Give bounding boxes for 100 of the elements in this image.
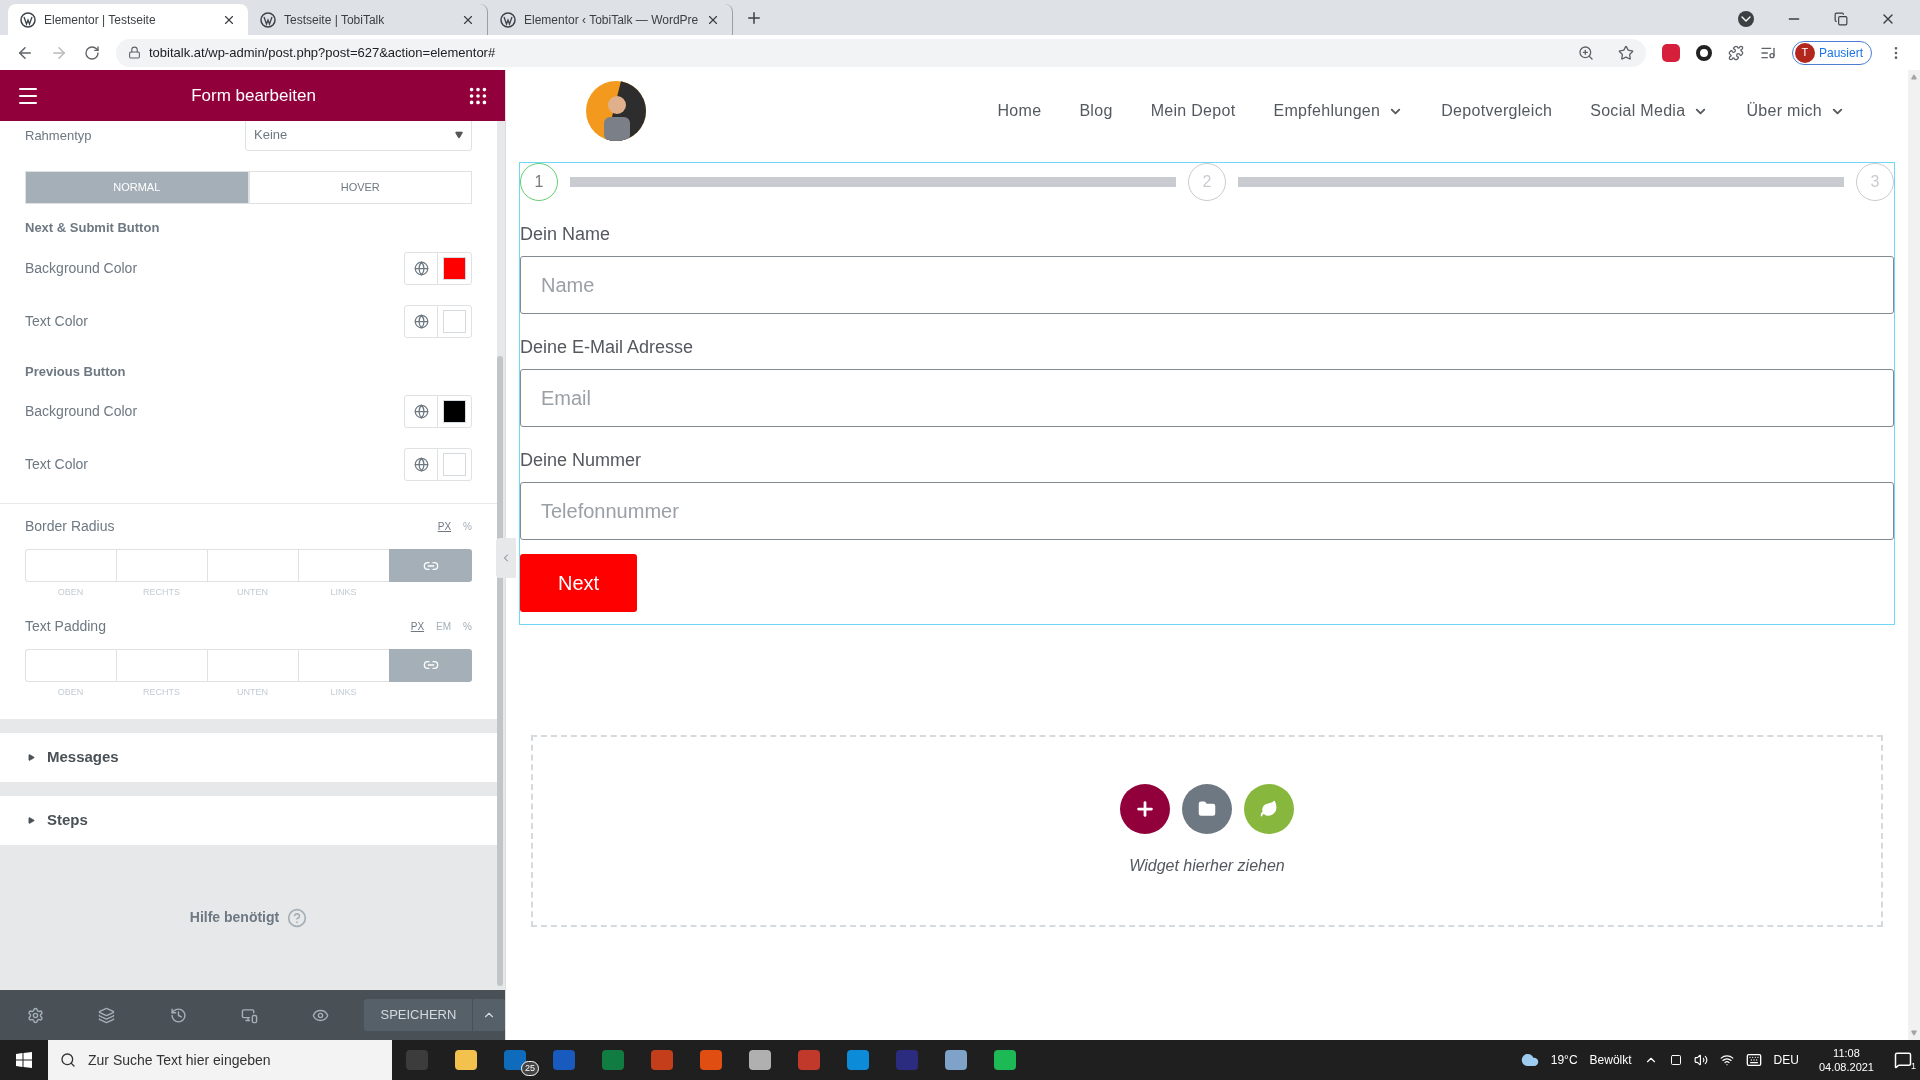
weather-condition: Bewölkt [1589, 1052, 1632, 1069]
group-heading: Previous Button [25, 362, 127, 381]
dimension-input[interactable] [116, 648, 207, 682]
next-button[interactable]: Next [520, 554, 637, 612]
dropdown-arrow-icon [455, 131, 463, 139]
tab-search-icon[interactable] [1738, 11, 1754, 27]
side-label: LINKS [329, 586, 358, 599]
search-icon [60, 1052, 76, 1068]
bookmark-icon[interactable] [1617, 44, 1634, 61]
tab-title: Elementor ‹ TobiTalk — WordPre [524, 11, 699, 29]
field-label: Dein Name [520, 223, 612, 246]
dimension-input[interactable] [298, 549, 389, 582]
reload-icon[interactable] [84, 44, 100, 61]
tab-title: Elementor | Testseite [44, 11, 157, 29]
caret-icon [28, 754, 35, 761]
wordpress-icon [260, 11, 276, 28]
nav-link[interactable]: Home [997, 99, 1042, 123]
avatar-initial: T [1794, 42, 1815, 63]
state-tab[interactable]: HOVER [248, 171, 472, 204]
field-label: Deine Nummer [520, 449, 643, 472]
form-input[interactable]: Name [520, 256, 1894, 314]
field-label: Text Color [25, 455, 89, 474]
section-header[interactable]: Messages [0, 733, 497, 782]
temperature: 19°C [1550, 1052, 1578, 1069]
border-type-select[interactable]: Keine [245, 121, 472, 151]
notification-icon[interactable] [1894, 1051, 1912, 1069]
nav-link[interactable]: Über mich [1746, 99, 1845, 123]
clock-time: 11:08 [1833, 1046, 1860, 1060]
scrollbar-thumb[interactable] [497, 356, 503, 986]
side-label: LINKS [329, 685, 358, 699]
template-button[interactable] [1182, 784, 1232, 834]
unit-option[interactable]: PX [410, 618, 425, 634]
profile-label: Pausiert [1818, 44, 1863, 62]
dimension-input[interactable] [207, 549, 298, 582]
extensions-icon[interactable] [1727, 44, 1744, 61]
dimension-input[interactable] [116, 549, 207, 582]
color-swatch[interactable] [443, 256, 466, 280]
field-label: Text Color [25, 311, 89, 331]
form-input[interactable]: Email [520, 369, 1894, 427]
unit-option[interactable]: PX [437, 519, 452, 534]
side-label: UNTEN [236, 586, 269, 599]
zoom-icon[interactable] [1577, 44, 1594, 61]
side-label: UNTEN [236, 685, 269, 699]
leaf-icon [1260, 800, 1278, 818]
panel-title: Form bearbeiten [190, 84, 317, 107]
color-swatch[interactable] [443, 309, 466, 333]
keyboard-icon[interactable] [1745, 1052, 1762, 1068]
nav-link[interactable]: Social Media [1590, 99, 1709, 123]
field-label: Deine E-Mail Adresse [520, 336, 695, 359]
caret-icon [28, 817, 35, 824]
side-label: RECHTS [142, 586, 181, 599]
nav-link[interactable]: Depotvergleich [1441, 99, 1553, 123]
global-color-icon[interactable] [413, 313, 429, 329]
field-label: Background Color [25, 402, 138, 421]
search-field[interactable]: Zur Suche Text hier eingeben [48, 1040, 392, 1080]
global-color-icon[interactable] [413, 260, 429, 276]
add-section-button[interactable] [1120, 784, 1170, 834]
group-heading: Next & Submit Button [25, 219, 161, 237]
dimension-input[interactable] [298, 648, 389, 682]
field-label: Text Padding [25, 616, 107, 636]
dimension-input[interactable] [207, 648, 298, 682]
wifi-icon[interactable] [1719, 1053, 1734, 1067]
start-icon[interactable] [16, 1052, 32, 1068]
scroll-up-icon[interactable] [1911, 74, 1917, 80]
weather-icon[interactable] [1520, 1051, 1539, 1069]
browser-tab[interactable]: Elementor | Testseite [8, 4, 248, 35]
plus-icon [1134, 798, 1156, 820]
field-label: Border Radius [25, 517, 116, 536]
save-options-button[interactable] [473, 999, 506, 1031]
wordpress-icon [20, 11, 36, 28]
color-swatch[interactable] [443, 400, 466, 423]
global-color-icon[interactable] [413, 404, 429, 419]
history-icon[interactable] [169, 1006, 187, 1024]
volume-icon[interactable] [1693, 1053, 1708, 1067]
scroll-down-icon[interactable] [1911, 1030, 1917, 1036]
notification-count: 1 [1911, 1059, 1916, 1073]
kit-button[interactable] [1244, 784, 1294, 834]
dimension-input[interactable] [25, 648, 116, 682]
color-swatch[interactable] [443, 453, 466, 476]
side-label: RECHTS [142, 685, 181, 699]
help-link[interactable]: Hilfe benötigt [189, 907, 280, 928]
layers-icon[interactable] [98, 1006, 116, 1024]
field-label: Rahmentyp [25, 127, 93, 146]
settings-icon[interactable] [27, 1006, 45, 1024]
language-indicator[interactable]: DEU [1773, 1051, 1799, 1069]
tab-title: Testseite | TobiTalk [284, 11, 386, 29]
save-button[interactable]: SPEICHERN [364, 999, 473, 1031]
restore-icon[interactable] [1834, 12, 1848, 26]
section-header[interactable]: Steps [0, 796, 497, 845]
form-input[interactable]: Telefonnummer [520, 482, 1894, 540]
field-label: Background Color [25, 258, 138, 278]
nav-link[interactable]: Empfehlungen [1273, 99, 1404, 123]
dimension-input[interactable] [25, 549, 116, 582]
nav-link[interactable]: Mein Depot [1150, 99, 1236, 123]
nav-link[interactable]: Blog [1079, 99, 1113, 123]
drop-hint: Widget hierher ziehen [1129, 856, 1285, 876]
responsive-icon[interactable] [241, 1006, 259, 1024]
lock-icon [128, 46, 141, 59]
clock-date: 04.08.2021 [1818, 1060, 1874, 1074]
global-color-icon[interactable] [413, 457, 429, 472]
